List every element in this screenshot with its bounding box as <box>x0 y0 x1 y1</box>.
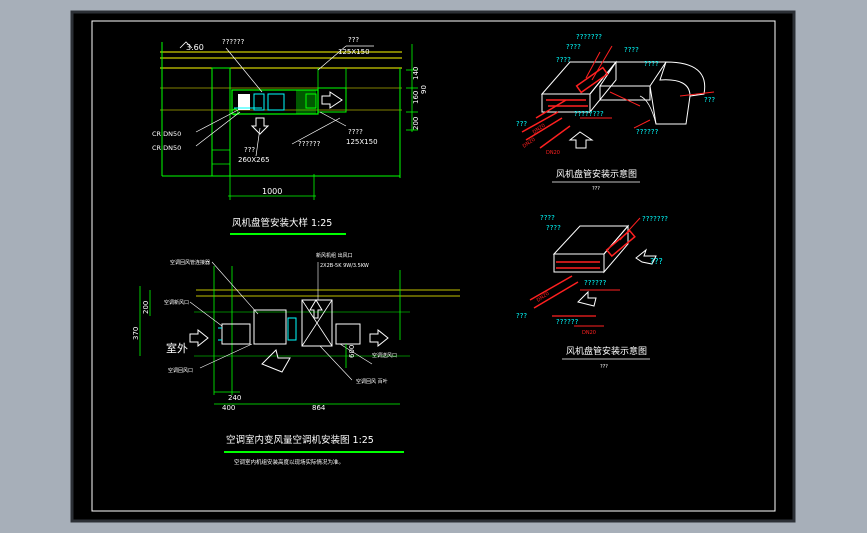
callout-label: ???? <box>556 56 571 64</box>
callout-label: ???? <box>540 214 555 222</box>
dim-label: 200 <box>412 117 420 130</box>
pipe-size-label: DN20 <box>546 150 560 156</box>
drawing-title: 空调室内变风量空调机安装图 1:25 <box>226 434 374 446</box>
dim-label: 90 <box>420 85 428 94</box>
dim-label: 160 <box>412 91 420 104</box>
pipe-size-label: DN20 <box>582 330 596 336</box>
pipe-label: CR DN50 <box>152 130 181 138</box>
drawing-note: 空调室内机组安装高度以现场实际情况为准。 <box>234 458 344 466</box>
callout-label: ??????? <box>576 33 602 41</box>
callout-label: ??? <box>516 312 527 320</box>
dim-label: 600 <box>348 345 356 358</box>
callout-label: ???? <box>566 43 581 51</box>
callout-label: ?????? <box>584 279 607 287</box>
dim-label: 200 <box>142 301 150 314</box>
callout-label: ?????? <box>556 318 579 326</box>
drawing-subtitle: ??? <box>600 364 608 370</box>
note-label: 新风机组 出风口 <box>316 252 353 259</box>
drawing-title: 风机盘管安装示意图 <box>556 168 637 180</box>
drawing-sheet <box>70 10 796 523</box>
callout-label: ??? <box>650 257 663 266</box>
outdoor-label: 室外 <box>166 341 188 355</box>
width-dim-label: 1000 <box>262 187 282 196</box>
callout-label: ???? <box>644 60 659 68</box>
note-label: 空调新风口 <box>164 299 189 306</box>
unknown-label: ?????? <box>298 140 321 148</box>
dim-label: 140 <box>412 67 420 80</box>
spec-label: 2X2B-5K 9W/3.5KW <box>320 263 369 269</box>
note-label: 空调回风口 <box>168 367 193 374</box>
pipe-label: CR DN50 <box>152 144 181 152</box>
cad-viewport: 3.60 ?????? ??? 125X150 140 90 160 200 C… <box>70 10 796 523</box>
callout-label: ??? <box>704 96 715 104</box>
callout-label: ??? <box>516 120 527 128</box>
grille-size-label: 260X265 <box>238 156 270 164</box>
unknown-label: ?????? <box>222 38 245 46</box>
duct-size-label: 125X150 <box>346 138 378 146</box>
unknown-label: ???? <box>348 128 363 136</box>
dim-label: 864 <box>312 404 326 412</box>
drawing-subtitle: ??? <box>592 186 600 192</box>
unknown-label: ??? <box>244 146 255 154</box>
drawing-title: 风机盘管安装示意图 <box>566 345 647 357</box>
callout-label: ??????? <box>642 215 668 223</box>
dim-label: 240 <box>228 394 241 402</box>
level-label: 3.60 <box>186 43 204 52</box>
dim-label: 400 <box>222 404 235 412</box>
duct-size-label: 125X150 <box>338 48 370 56</box>
dim-label: 370 <box>132 327 140 340</box>
callout-label: ?????? <box>636 128 659 136</box>
note-label: 空调回风管连接器 <box>170 259 210 266</box>
unknown-label: ??? <box>348 36 359 44</box>
callout-label: ???? <box>546 224 561 232</box>
note-label: 空调回风 百叶 <box>356 378 388 385</box>
drawing-title: 风机盘管安装大样 1:25 <box>232 217 332 229</box>
callout-label: ???? <box>624 46 639 54</box>
note-label: 空调送风口 <box>372 352 397 359</box>
callout-label: ???????? <box>574 110 604 118</box>
